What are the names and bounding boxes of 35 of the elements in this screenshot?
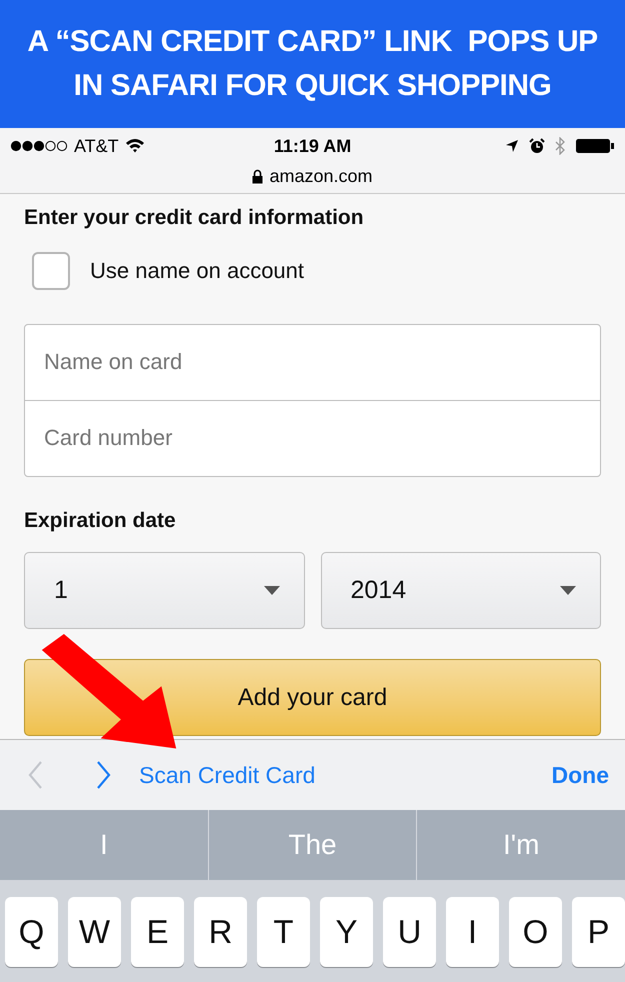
key[interactable]: W xyxy=(68,897,121,967)
key[interactable]: T xyxy=(257,897,310,967)
next-chevron-icon[interactable] xyxy=(96,760,112,790)
alarm-icon xyxy=(529,138,545,154)
dropdown[interactable]: 1 xyxy=(24,552,304,629)
address-url[interactable]: amazon.com xyxy=(269,162,373,190)
key[interactable]: Y xyxy=(320,897,373,967)
key[interactable]: E xyxy=(131,897,184,967)
done-button[interactable]: Done xyxy=(552,758,609,792)
headline: IN SAFARI FOR QUICK SHOPPING xyxy=(74,68,552,104)
add-card-button[interactable]: Add your card xyxy=(24,659,601,736)
bluetooth-icon xyxy=(555,137,565,155)
text-field[interactable]: Card number xyxy=(24,400,601,476)
form-heading: Enter your credit card information xyxy=(24,205,365,231)
checkbox[interactable] xyxy=(32,252,70,290)
expiration-label: Expiration date xyxy=(24,508,177,534)
dropdown-caret-icon xyxy=(560,586,576,595)
signal-icon xyxy=(10,140,68,152)
location-arrow-icon xyxy=(505,139,519,153)
headline: A “SCAN CREDIT CARD” LINK POPS UP xyxy=(27,24,598,60)
carrier-name: AT&T xyxy=(74,134,119,158)
dropdown-caret-icon xyxy=(264,586,280,595)
wifi-icon xyxy=(124,138,145,154)
battery-icon xyxy=(575,138,615,154)
key[interactable]: R xyxy=(194,897,247,967)
scan-credit-card-link[interactable]: Scan Credit Card xyxy=(139,758,316,792)
checkbox-label: Use name on account xyxy=(90,257,304,285)
key[interactable]: Q xyxy=(5,897,58,967)
text-field[interactable]: Name on card xyxy=(24,324,601,400)
clock: 11:19 AM xyxy=(274,134,352,158)
key[interactable]: I xyxy=(446,897,499,967)
key[interactable]: U xyxy=(383,897,436,967)
dropdown[interactable]: 2014 xyxy=(320,552,601,629)
key[interactable]: O xyxy=(509,897,562,967)
key[interactable]: P xyxy=(572,897,625,967)
